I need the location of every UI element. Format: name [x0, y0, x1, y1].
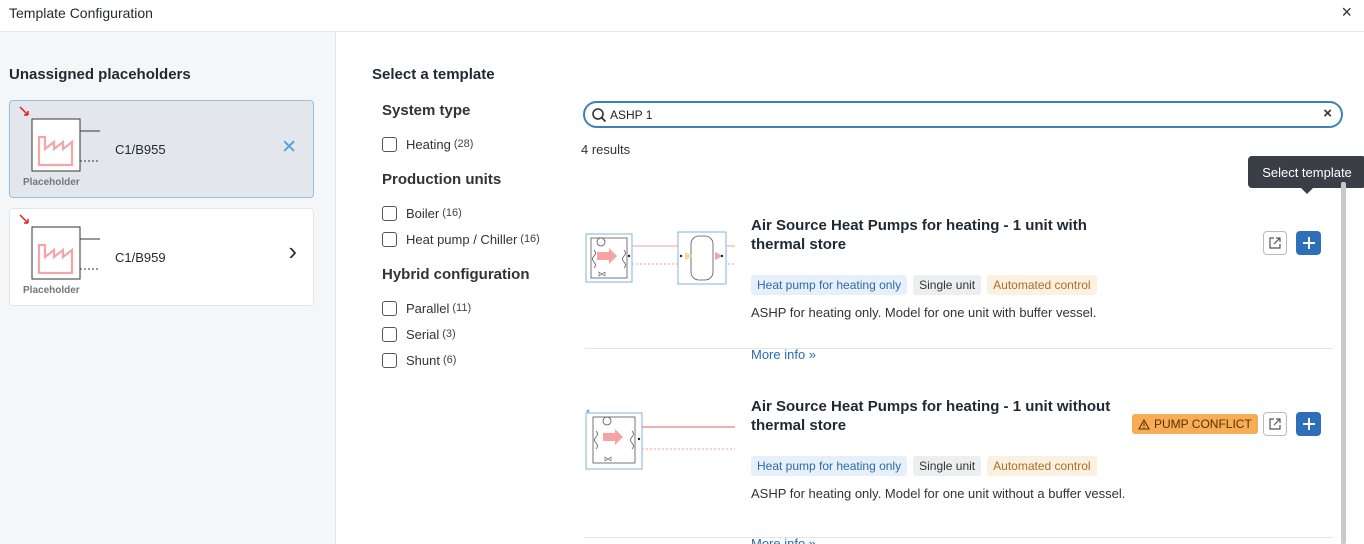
filter-count: (28) [453, 138, 474, 150]
clear-search-icon[interactable]: × [1323, 105, 1332, 122]
filter-shunt[interactable]: Shunt (6) [382, 347, 572, 373]
external-link-icon [1269, 418, 1281, 430]
tag: Single unit [913, 275, 982, 295]
add-template-button[interactable] [1296, 231, 1321, 255]
template-title: Air Source Heat Pumps for heating - 1 un… [751, 398, 1111, 434]
search-icon [592, 108, 607, 123]
filter-group-title: System type [382, 102, 471, 119]
chevron-right-icon[interactable]: › [288, 238, 297, 264]
template-diagram [585, 231, 735, 285]
checkbox[interactable] [382, 300, 397, 316]
select-template-heading: Select a template [372, 66, 495, 83]
placeholder-label: Placeholder [23, 177, 80, 188]
tag: Automated control [987, 275, 1097, 295]
tag-list: Heat pump for heating only Single unit A… [751, 275, 1097, 295]
warning-icon [1138, 418, 1150, 430]
search-input[interactable] [610, 108, 1290, 122]
placeholder-pane: Unassigned placeholders Placeholder C1/B… [0, 32, 336, 544]
tag: Heat pump for heating only [751, 456, 908, 476]
tag-list: Heat pump for heating only Single unit A… [751, 456, 1097, 476]
filter-boiler[interactable]: Boiler (16) [382, 200, 572, 226]
results-count: 4 results [581, 142, 631, 157]
placeholder-card[interactable]: Placeholder C1/B955 ✕ [9, 100, 314, 198]
filter-label: Serial [406, 326, 440, 342]
close-icon[interactable]: × [1341, 3, 1352, 21]
checkbox[interactable] [382, 326, 397, 342]
template-description: ASHP for heating only. Model for one uni… [751, 305, 1097, 320]
filter-label: Heat pump / Chiller [406, 231, 518, 247]
card-divider [585, 537, 1333, 538]
placeholder-code: C1/B959 [115, 250, 166, 265]
filter-count: (3) [442, 328, 456, 340]
tag: Single unit [913, 456, 982, 476]
remove-icon[interactable]: ✕ [281, 138, 297, 158]
checkbox[interactable] [382, 352, 397, 368]
window-title: Template Configuration [9, 5, 153, 21]
warning-label: PUMP CONFLICT [1154, 417, 1252, 431]
scrollbar[interactable] [1341, 182, 1346, 544]
filter-label: Parallel [406, 300, 450, 316]
filter-count: (16) [520, 233, 540, 245]
filter-group-system-type: System type Heating (28) [382, 102, 572, 157]
filter-count: (6) [442, 354, 457, 366]
filter-group-hybrid: Hybrid configuration Parallel (11) Seria… [382, 266, 572, 373]
filter-group-title: Production units [382, 171, 502, 188]
card-divider [585, 348, 1333, 349]
pump-conflict-badge: PUMP CONFLICT [1132, 414, 1258, 434]
filter-group-production-units: Production units Boiler (16) Heat pump /… [382, 171, 572, 252]
filter-count: (11) [452, 302, 472, 314]
external-link-icon [1269, 237, 1281, 249]
filter-parallel[interactable]: Parallel (11) [382, 295, 572, 321]
filter-panel: System type Heating (28) Production unit… [382, 102, 572, 387]
open-template-button[interactable] [1263, 412, 1287, 436]
tag: Heat pump for heating only [751, 275, 908, 295]
filter-heating[interactable]: Heating (28) [382, 131, 572, 157]
search-box[interactable]: × [583, 101, 1343, 128]
plus-icon [1302, 418, 1315, 430]
filter-label: Boiler [406, 205, 440, 221]
filter-group-title: Hybrid configuration [382, 266, 530, 283]
more-info-link[interactable]: More info » [751, 347, 816, 362]
filter-label: Shunt [406, 352, 440, 368]
add-template-button[interactable] [1296, 412, 1321, 436]
tag: Automated control [987, 456, 1097, 476]
open-template-button[interactable] [1263, 231, 1287, 255]
filter-label: Heating [406, 136, 451, 152]
checkbox[interactable] [382, 205, 397, 221]
placeholder-code: C1/B955 [115, 142, 166, 157]
placeholder-card[interactable]: Placeholder C1/B959 › [9, 208, 314, 306]
plus-icon [1302, 237, 1315, 249]
template-diagram [585, 409, 735, 470]
placeholder-heading: Unassigned placeholders [9, 66, 191, 83]
placeholder-label: Placeholder [23, 285, 80, 296]
template-title: Air Source Heat Pumps for heating - 1 un… [751, 217, 1087, 253]
filter-count: (16) [442, 207, 462, 219]
title-bar: Template Configuration × [0, 0, 1364, 32]
template-description: ASHP for heating only. Model for one uni… [751, 486, 1126, 501]
checkbox[interactable] [382, 136, 397, 152]
select-template-tooltip: Select template [1248, 156, 1364, 194]
filter-serial[interactable]: Serial (3) [382, 321, 572, 347]
checkbox[interactable] [382, 231, 397, 247]
filter-heat-pump[interactable]: Heat pump / Chiller (16) [382, 226, 572, 252]
template-pane: Select a template System type Heating (2… [337, 32, 1364, 544]
